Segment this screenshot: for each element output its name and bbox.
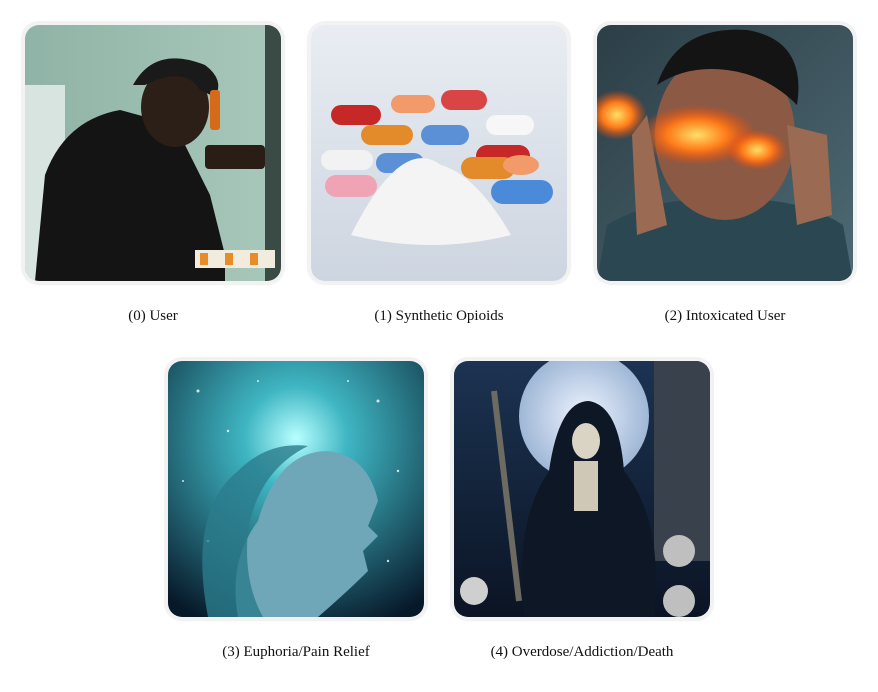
panel-caption-overdose: (4) Overdose/Addiction/Death bbox=[490, 644, 674, 660]
cosmic-head-icon bbox=[168, 361, 424, 617]
panel-synthetic-opioids bbox=[311, 25, 567, 281]
panel-intoxicated-user bbox=[597, 25, 853, 281]
person-drinking-icon bbox=[25, 25, 281, 281]
panel-euphoria bbox=[168, 361, 424, 617]
panel-overdose bbox=[454, 361, 710, 617]
panel-caption-synthetic-opioids: (1) Synthetic Opioids bbox=[374, 308, 504, 324]
panel-caption-intoxicated-user: (2) Intoxicated User bbox=[664, 308, 786, 324]
grim-reaper-icon bbox=[454, 361, 710, 617]
panel-caption-euphoria: (3) Euphoria/Pain Relief bbox=[222, 644, 370, 660]
panel-caption-user: (0) User bbox=[128, 308, 178, 324]
burning-face-icon bbox=[597, 25, 853, 281]
pills-powder-icon bbox=[311, 25, 567, 281]
panel-user bbox=[25, 25, 281, 281]
